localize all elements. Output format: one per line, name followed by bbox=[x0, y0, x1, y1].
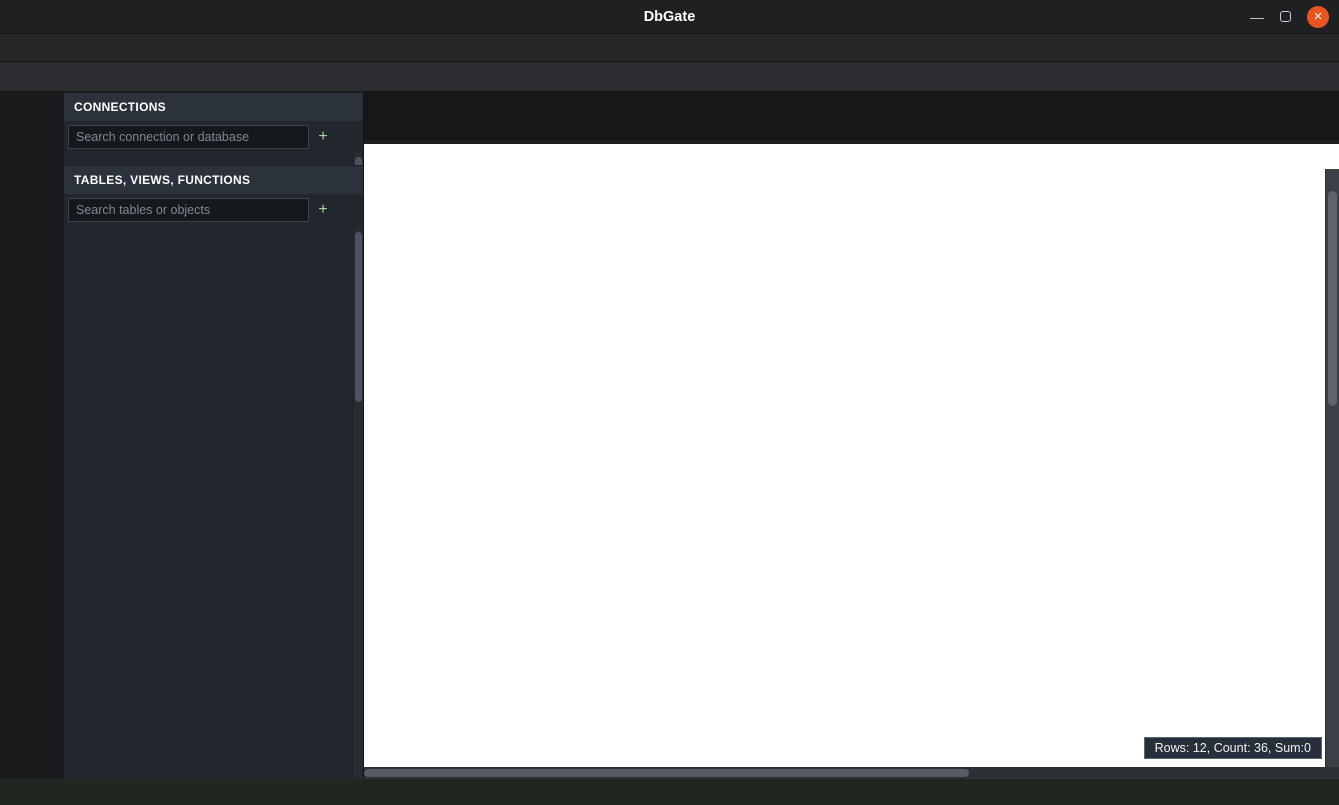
connections-search-input[interactable] bbox=[68, 125, 309, 149]
activity-iconbar bbox=[0, 92, 64, 779]
window-controls: — × bbox=[1250, 6, 1339, 28]
scrollbar-thumb[interactable] bbox=[364, 769, 969, 777]
database-group-tabs bbox=[364, 92, 1339, 110]
connections-search-row: + bbox=[64, 121, 363, 153]
grid-horizontal-scrollbar[interactable] bbox=[364, 767, 1339, 779]
refresh-tables-button[interactable] bbox=[337, 199, 359, 221]
file-tabs bbox=[364, 110, 1339, 140]
menubar bbox=[0, 34, 1339, 62]
scrollbar-thumb[interactable] bbox=[1328, 191, 1337, 406]
scrollbar-thumb[interactable] bbox=[355, 157, 362, 165]
minimize-button[interactable]: — bbox=[1250, 9, 1264, 25]
main-area: CONNECTIONS + TABLES, VIEWS, FUNCTIONS + bbox=[0, 92, 1339, 779]
grid-vertical-scrollbar[interactable] bbox=[1325, 169, 1339, 767]
titlebar: DbGate — × bbox=[0, 0, 1339, 34]
grid-header-row bbox=[364, 144, 1339, 169]
content-area: Rows: 12, Count: 36, Sum:0 bbox=[364, 92, 1339, 779]
scrollbar-thumb[interactable] bbox=[355, 232, 362, 402]
tables-tree bbox=[64, 226, 363, 779]
toolbar bbox=[0, 62, 1339, 92]
grid-filter-row bbox=[364, 169, 1339, 191]
dbgate-window: DbGate — × CONNECTIONS + TABLES, VIEWS, … bbox=[0, 0, 1339, 805]
data-grid: Rows: 12, Count: 36, Sum:0 bbox=[364, 144, 1339, 779]
tables-scrollbar[interactable] bbox=[354, 226, 363, 779]
statusbar bbox=[0, 779, 1339, 805]
tables-search-row: + bbox=[64, 194, 363, 226]
refresh-connections-button[interactable] bbox=[337, 126, 359, 148]
selection-summary-overlay: Rows: 12, Count: 36, Sum:0 bbox=[1144, 737, 1322, 759]
add-object-plus-button[interactable]: + bbox=[312, 199, 334, 221]
left-panel: CONNECTIONS + TABLES, VIEWS, FUNCTIONS + bbox=[64, 92, 364, 779]
tables-panel-header: TABLES, VIEWS, FUNCTIONS bbox=[64, 165, 363, 194]
close-button[interactable]: × bbox=[1307, 6, 1329, 28]
window-title: DbGate bbox=[0, 9, 1339, 25]
grid-rows bbox=[364, 191, 1339, 767]
connections-tree bbox=[64, 153, 363, 165]
connections-panel-header: CONNECTIONS bbox=[64, 92, 363, 121]
tables-search-input[interactable] bbox=[68, 198, 309, 222]
connections-scrollbar[interactable] bbox=[354, 153, 363, 165]
maximize-button[interactable] bbox=[1280, 11, 1291, 22]
add-connection-plus-button[interactable]: + bbox=[312, 126, 334, 148]
